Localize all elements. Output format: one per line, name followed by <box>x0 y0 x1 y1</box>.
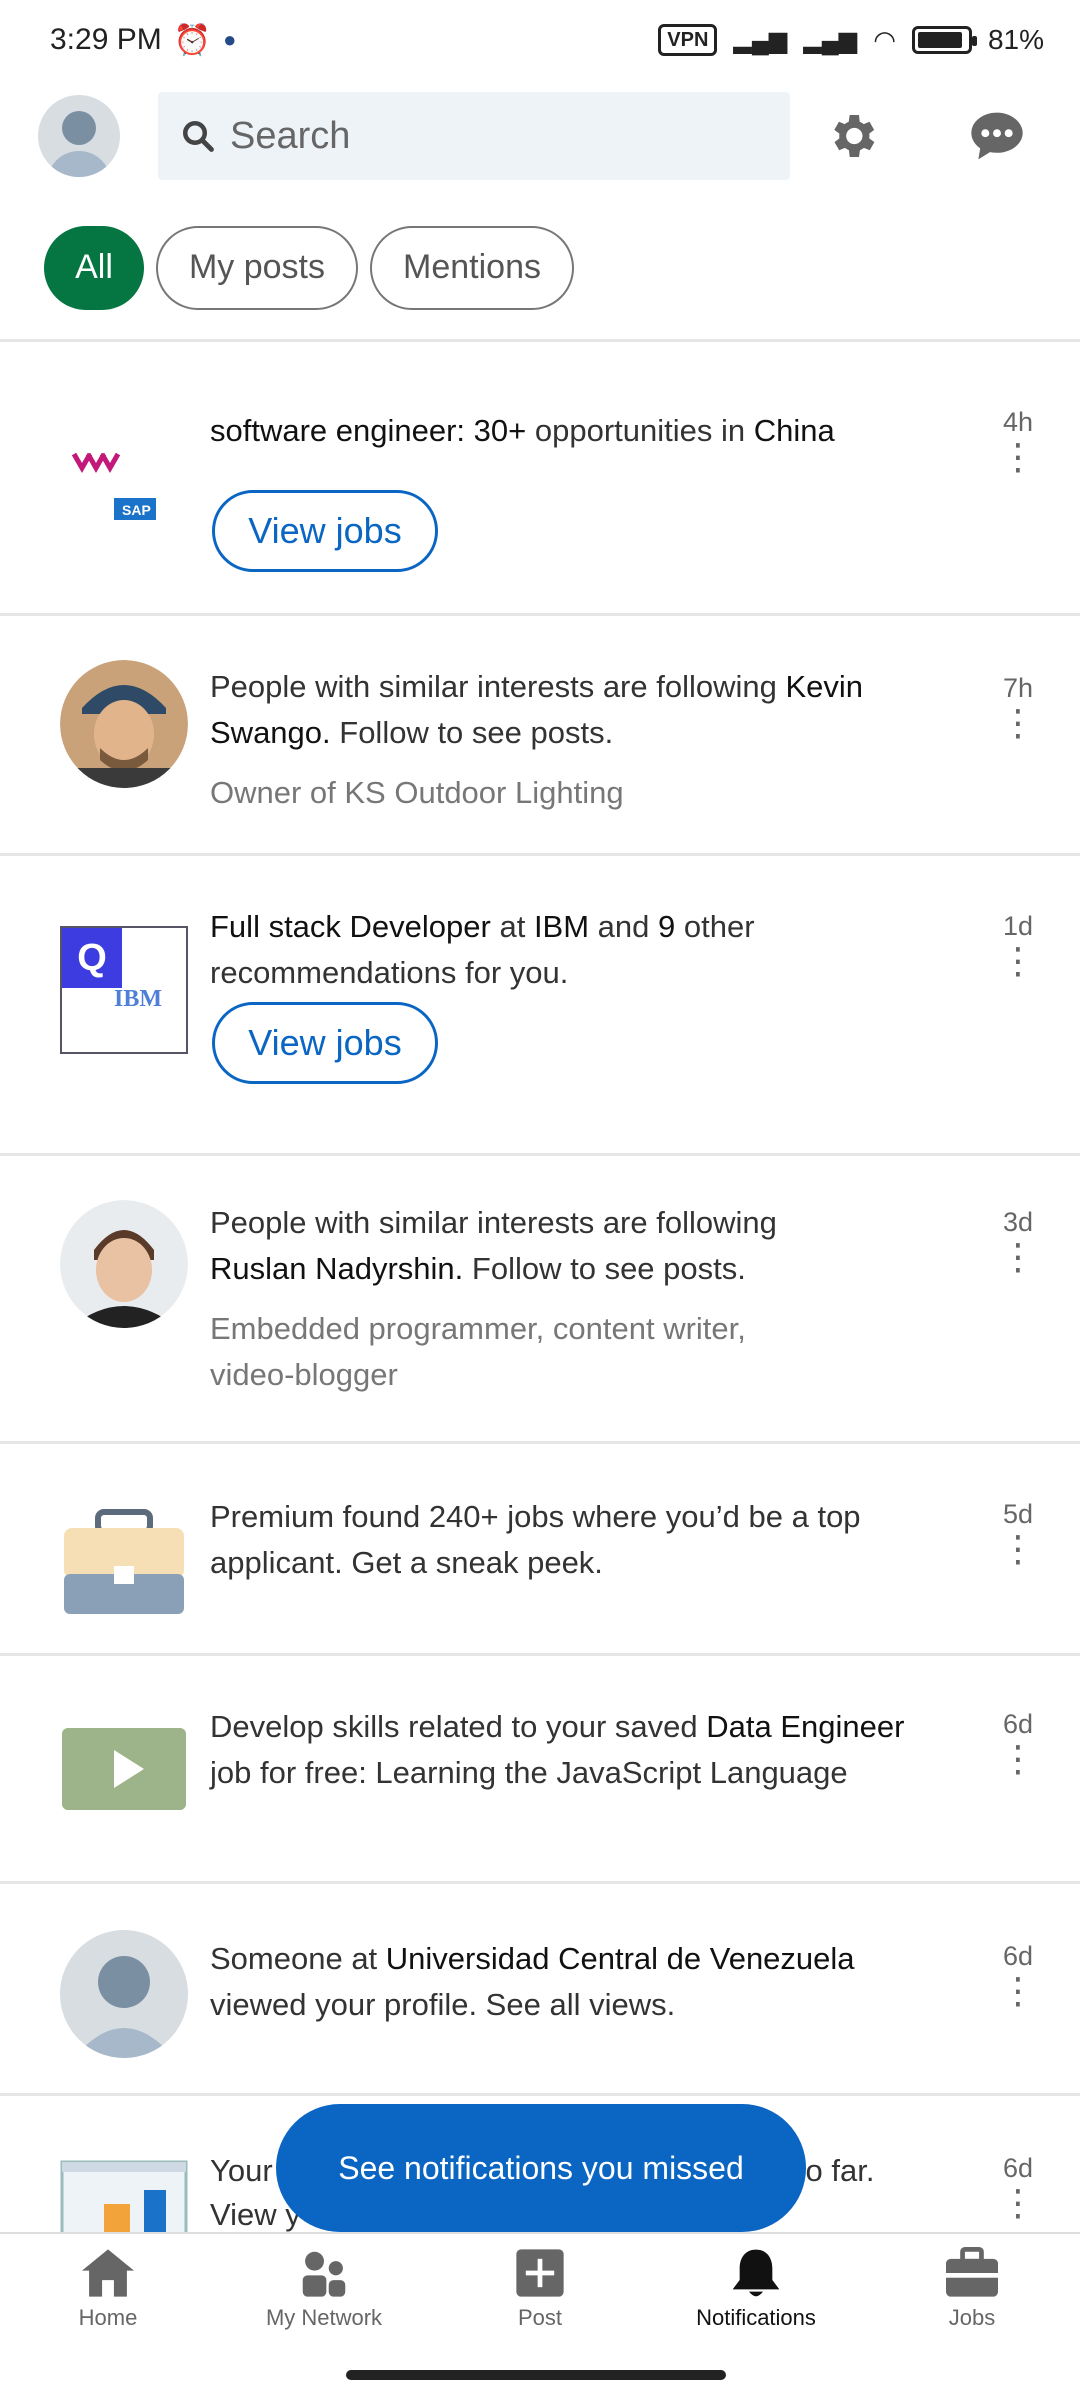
chat-bubble-icon <box>971 112 1023 160</box>
notification-item[interactable]: SAP software engineer: 30+ opportunities… <box>0 344 1080 616</box>
signal-icon-2: ▂▄▆ <box>803 26 858 54</box>
profile-photo <box>60 1200 188 1328</box>
avatar <box>38 95 120 177</box>
chip-mentions[interactable]: Mentions <box>370 225 574 310</box>
more-options-icon[interactable]: ⋮ <box>956 1973 1080 2009</box>
plus-box-icon <box>516 2249 564 2297</box>
more-options-icon[interactable]: ⋮ <box>956 705 1080 741</box>
wifi-icon: ◠ <box>873 24 896 55</box>
notification-text: People with similar interests are follow… <box>210 669 864 750</box>
nav-post-label: Post <box>517 2305 563 2330</box>
nav-notifications[interactable]: Notifications <box>648 2234 864 2344</box>
more-options-icon[interactable]: ⋮ <box>956 439 1080 475</box>
nav-my-network[interactable]: My Network <box>216 2234 432 2344</box>
notification-time: 7h <box>1002 673 1034 703</box>
nav-home-label: Home <box>78 2305 138 2330</box>
notification-time: 5d <box>1002 1499 1034 1529</box>
more-options-icon[interactable]: ⋮ <box>956 2185 1080 2221</box>
video-course-thumbnail <box>60 1706 188 1834</box>
search-placeholder: Search <box>230 114 351 157</box>
notification-time: 6d <box>1002 1709 1034 1739</box>
notification-subtext: Embedded programmer, content writer, vid… <box>210 1311 746 1392</box>
notification-time: 6d <box>1002 2153 1034 2183</box>
more-options-icon[interactable]: ⋮ <box>956 1531 1080 1567</box>
notification-text: Premium found 240+ jobs where you’d be a… <box>210 1499 861 1580</box>
see-missed-notifications-button[interactable]: See notifications you missed <box>276 2104 806 2232</box>
view-jobs-button[interactable]: View jobs <box>212 490 438 572</box>
notification-meta: 6d ⋮ <box>956 1938 1080 2009</box>
nav-jobs[interactable]: Jobs <box>864 2234 1080 2344</box>
home-icon <box>82 2249 134 2297</box>
notification-item[interactable]: Premium found 240+ jobs where you’d be a… <box>0 1444 1080 1656</box>
messaging-button[interactable] <box>914 78 1080 194</box>
settings-button[interactable] <box>790 78 914 194</box>
bell-icon <box>732 2249 780 2297</box>
notification-time: 1d <box>1002 911 1034 941</box>
notification-time: 4h <box>1002 407 1034 437</box>
company-logo-text: IBM <box>114 986 162 1012</box>
signal-icon: ▂▄▆ <box>733 26 788 54</box>
notification-time: 3d <box>1002 1207 1034 1237</box>
bottom-navigation: Home My Network Post Notifications Jobs <box>0 2232 1080 2344</box>
nav-notifications-label: Notifications <box>696 2305 816 2330</box>
more-options-icon[interactable]: ⋮ <box>956 1239 1080 1275</box>
notification-item[interactable]: People with similar interests are follow… <box>0 1156 1080 1444</box>
notification-text-2: so far. <box>790 2153 875 2188</box>
notification-text: Someone at Universidad Central de Venezu… <box>210 1941 855 2022</box>
notification-meta: 7h ⋮ <box>956 670 1080 741</box>
notification-meta: 3d ⋮ <box>956 1204 1080 1275</box>
chip-all[interactable]: All <box>44 225 144 310</box>
search-icon <box>183 121 214 152</box>
filter-chips: All My posts Mentions <box>0 196 1080 342</box>
chip-my-posts[interactable]: My posts <box>156 225 358 310</box>
nav-post[interactable]: Post <box>432 2234 648 2344</box>
status-bar: 3:29 PM ⏰ ● VPN ▂▄▆ ▂▄▆ ◠ 81% <box>0 0 1080 80</box>
app-notification-icon: ● <box>223 27 237 52</box>
briefcase-icon <box>946 2247 998 2297</box>
q-logo-icon: Q <box>62 928 122 988</box>
search-bar[interactable]: Search <box>158 92 790 180</box>
notification-text: Full stack Developer at IBM and 9 other … <box>210 909 755 990</box>
notification-item[interactable]: Q IBM Full stack Developer at IBM and 9 … <box>0 856 1080 1156</box>
nav-my-network-label: My Network <box>265 2305 383 2330</box>
notification-meta: 5d ⋮ <box>956 1496 1080 1567</box>
svg-text:SAP: SAP <box>122 502 151 518</box>
notification-meta: 1d ⋮ <box>956 908 1080 979</box>
notification-text: Develop skills related to your saved Dat… <box>210 1709 905 1790</box>
notification-item[interactable]: People with similar interests are follow… <box>0 616 1080 856</box>
notification-item[interactable]: Develop skills related to your saved Dat… <box>0 1656 1080 1884</box>
notification-meta: 6d ⋮ <box>956 2150 1080 2221</box>
notification-time: 6d <box>1002 1941 1034 1971</box>
alarm-icon: ⏰ <box>173 23 212 57</box>
more-options-icon[interactable]: ⋮ <box>956 1741 1080 1777</box>
notification-item[interactable]: Someone at Universidad Central de Venezu… <box>0 1884 1080 2096</box>
status-time: 3:29 PM <box>50 23 162 56</box>
profile-avatar-button[interactable] <box>0 78 158 194</box>
briefcase-icon <box>60 1498 188 1626</box>
notification-meta: 6d ⋮ <box>956 1706 1080 1777</box>
avatar <box>60 1930 188 2058</box>
nav-jobs-label: Jobs <box>948 2305 996 2330</box>
company-logo: Q IBM <box>60 926 188 1054</box>
notification-subtext: Owner of KS Outdoor Lighting <box>210 775 624 810</box>
battery-level: 81% <box>987 24 1044 55</box>
company-logo: SAP <box>60 430 188 558</box>
gear-icon <box>834 115 875 157</box>
notification-text: People with similar interests are follow… <box>210 1205 777 1286</box>
home-indicator[interactable] <box>346 2370 726 2380</box>
more-options-icon[interactable]: ⋮ <box>956 943 1080 979</box>
profile-photo <box>60 660 188 788</box>
view-jobs-button[interactable]: View jobs <box>212 1002 438 1084</box>
top-bar: Search <box>0 78 1080 194</box>
notification-text: software engineer: 30+ opportunities in … <box>210 413 835 448</box>
notification-thumbnail <box>60 2160 188 2232</box>
nav-home[interactable]: Home <box>0 2234 216 2344</box>
battery-icon <box>911 26 977 54</box>
vpn-badge: VPN <box>658 24 718 56</box>
notification-meta: 4h ⋮ <box>956 404 1080 475</box>
people-icon <box>302 2251 346 2297</box>
